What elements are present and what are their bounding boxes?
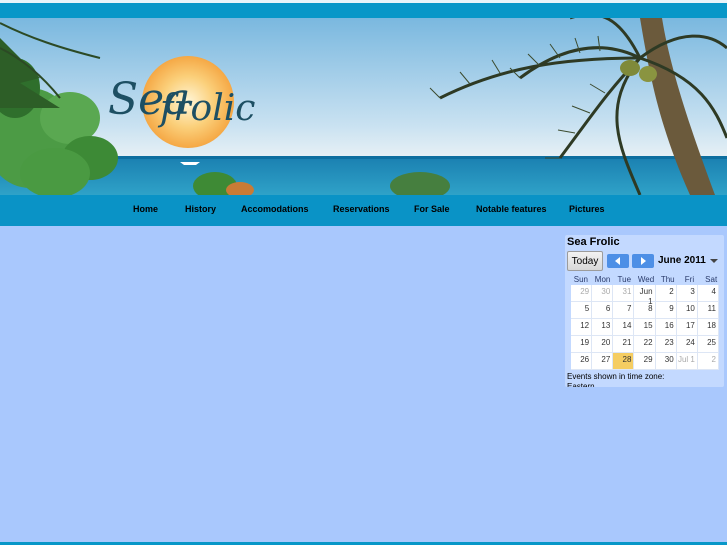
calendar-day[interactable]: 7: [613, 302, 635, 318]
calendar-day[interactable]: 12: [571, 319, 593, 335]
calendar-day[interactable]: 18: [698, 319, 719, 335]
today-button[interactable]: Today: [567, 251, 603, 271]
calendar-day[interactable]: 15: [634, 319, 656, 335]
calendar-day-today[interactable]: 28: [613, 353, 635, 369]
weekday-header: Sun Mon Tue Wed Thu Fri Sat: [570, 275, 722, 285]
weekday-label: Sat: [705, 275, 718, 284]
calendar-day[interactable]: 9: [656, 302, 677, 318]
weekday-label: Sun: [573, 275, 588, 284]
calendar-day[interactable]: 14: [613, 319, 635, 335]
calendar-title: Sea Frolic: [567, 236, 620, 248]
calendar-week: 12 13 14 15 16 17 18: [571, 319, 719, 336]
calendar-day[interactable]: 30: [592, 285, 614, 301]
header-banner: Sea frolic: [0, 18, 727, 195]
calendar-week: 26 27 28 29 30 Jul 1 2: [571, 353, 719, 370]
calendar-day[interactable]: 16: [656, 319, 677, 335]
calendar-day[interactable]: 6: [592, 302, 614, 318]
nav-accomodations[interactable]: Accomodations: [241, 195, 309, 226]
calendar-grid: 29 30 31 Jun 1 2 3 4 5 6 7 8 9 10 11 12 …: [570, 285, 719, 370]
right-arrow-icon: [641, 257, 646, 265]
prev-month-button[interactable]: [607, 254, 629, 268]
calendar-day[interactable]: Jul 1: [677, 353, 698, 369]
calendar-day[interactable]: 30: [656, 353, 677, 369]
weekday-label: Tue: [617, 275, 632, 284]
calendar-week: 29 30 31 Jun 1 2 3 4: [571, 285, 719, 306]
weekday-label: Wed: [637, 275, 655, 284]
calendar-week: 19 20 21 22 23 24 25: [571, 336, 719, 353]
weekday-label: Thu: [660, 275, 675, 284]
main-nav: Home History Accomodations Reservations …: [0, 195, 727, 226]
calendar-widget: Sea Frolic Today June 2011 Sun Mon Tue W…: [565, 235, 724, 387]
calendar-day[interactable]: 4: [698, 285, 719, 301]
calendar-day[interactable]: 3: [677, 285, 698, 301]
logo-text-frolic: frolic: [157, 88, 255, 129]
calendar-day[interactable]: 26: [571, 353, 593, 369]
calendar-day[interactable]: 29: [634, 353, 656, 369]
calendar-day[interactable]: 8: [634, 302, 656, 318]
next-month-button[interactable]: [632, 254, 654, 268]
weekday-label: Mon: [594, 275, 611, 284]
timezone-note: Events shown in time zone: Eastern: [567, 372, 665, 387]
calendar-day[interactable]: 21: [613, 336, 635, 352]
calendar-day[interactable]: 19: [571, 336, 593, 352]
top-highlight: [0, 0, 727, 3]
nav-reservations[interactable]: Reservations: [333, 195, 390, 226]
calendar-day[interactable]: 22: [634, 336, 656, 352]
left-arrow-icon: [615, 257, 620, 265]
calendar-day[interactable]: Jun 1: [634, 285, 656, 306]
calendar-day[interactable]: 2: [656, 285, 677, 301]
chevron-down-icon[interactable]: [710, 259, 718, 263]
calendar-day[interactable]: 24: [677, 336, 698, 352]
calendar-day[interactable]: 10: [677, 302, 698, 318]
calendar-day[interactable]: 23: [656, 336, 677, 352]
calendar-day[interactable]: 5: [571, 302, 593, 318]
nav-pictures[interactable]: Pictures: [569, 195, 605, 226]
calendar-day[interactable]: 2: [698, 353, 719, 369]
calendar-day[interactable]: 29: [571, 285, 593, 301]
top-bar: [0, 0, 727, 18]
nav-notable-features[interactable]: Notable features: [476, 195, 547, 226]
calendar-day[interactable]: 27: [592, 353, 614, 369]
calendar-day[interactable]: 13: [592, 319, 614, 335]
calendar-day[interactable]: 11: [698, 302, 719, 318]
calendar-day[interactable]: 17: [677, 319, 698, 335]
month-label: June 2011: [658, 255, 706, 266]
calendar-day[interactable]: 31: [613, 285, 635, 301]
nav-home[interactable]: Home: [133, 195, 158, 226]
calendar-day[interactable]: 20: [592, 336, 614, 352]
calendar-day[interactable]: 25: [698, 336, 719, 352]
nav-for-sale[interactable]: For Sale: [414, 195, 450, 226]
weekday-label: Fri: [684, 275, 695, 284]
nav-history[interactable]: History: [185, 195, 216, 226]
banner-scene: Sea frolic: [0, 18, 727, 195]
calendar-week: 5 6 7 8 9 10 11: [571, 302, 719, 319]
